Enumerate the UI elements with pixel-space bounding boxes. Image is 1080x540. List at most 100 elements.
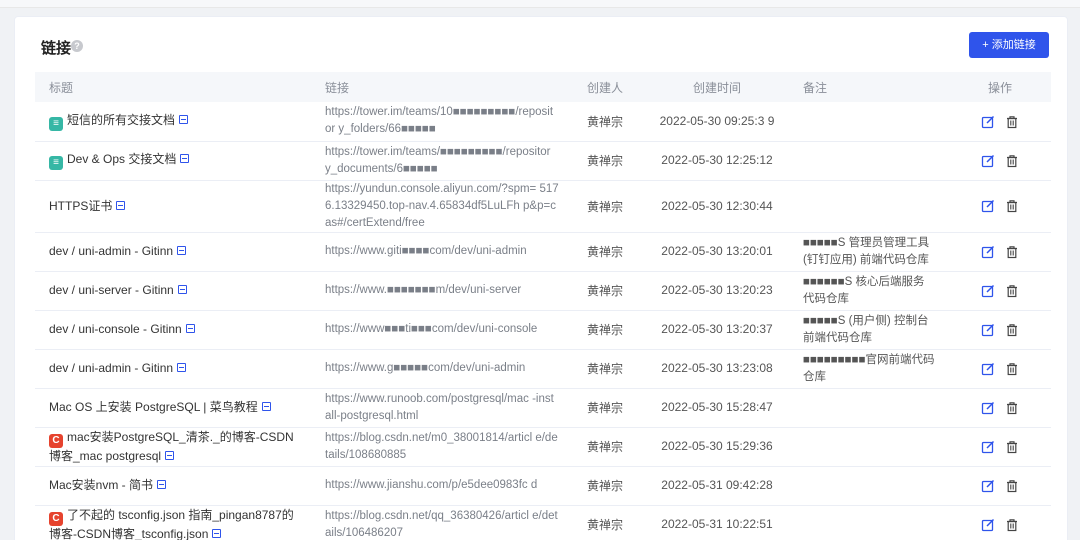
delete-icon[interactable] — [1005, 479, 1019, 493]
cell-creator: 黄禅宗 — [573, 310, 645, 350]
external-link-icon[interactable] — [157, 480, 167, 489]
link-title[interactable]: Mac OS 上安装 PostgreSQL | 菜鸟教程 — [49, 400, 258, 414]
cell-note — [789, 102, 949, 142]
link-title[interactable]: Dev & Ops 交接文档 — [67, 152, 176, 166]
card-header: 链接 ? + 添加链接 — [15, 17, 1067, 73]
cell-creator: 黄禅宗 — [573, 466, 645, 506]
edit-icon[interactable] — [981, 245, 995, 259]
header-link: 链接 — [311, 72, 573, 102]
cell-created-time: 2022-05-30 13:20:01 — [645, 232, 789, 272]
cell-note — [789, 466, 949, 506]
external-link-icon[interactable] — [185, 324, 195, 333]
edit-icon[interactable] — [981, 362, 995, 376]
delete-icon[interactable] — [1005, 115, 1019, 129]
table-row: C 了不起的 tsconfig.json 指南_pingan8787的博客-CSD… — [35, 505, 1051, 540]
edit-icon[interactable] — [981, 115, 995, 129]
delete-icon[interactable] — [1005, 518, 1019, 532]
header-creator: 创建人 — [573, 72, 645, 102]
link-title[interactable]: dev / uni-admin - Gitinn — [49, 361, 173, 375]
table-row: Mac安装nvm - 简书 https://www.jianshu.com/p/e… — [35, 466, 1051, 506]
link-title[interactable]: dev / uni-admin - Gitinn — [49, 244, 173, 258]
link-title[interactable]: Mac安装nvm - 简书 — [49, 478, 153, 492]
cell-title[interactable]: C 了不起的 tsconfig.json 指南_pingan8787的博客-CSD… — [35, 505, 311, 540]
delete-icon[interactable] — [1005, 199, 1019, 213]
table-row: dev / uni-admin - Gitinn https://www.giti… — [35, 232, 1051, 272]
external-link-icon[interactable] — [177, 246, 187, 255]
cell-actions — [949, 349, 1051, 389]
delete-icon[interactable] — [1005, 440, 1019, 454]
cell-created-time: 2022-05-30 15:29:36 — [645, 427, 789, 467]
cell-created-time: 2022-05-30 13:23:08 — [645, 349, 789, 389]
links-card: 链接 ? + 添加链接 标题 链接 创建人 创建时间 备注 操作 ≡ 短信的所有交… — [14, 16, 1068, 540]
delete-icon[interactable] — [1005, 284, 1019, 298]
edit-icon[interactable] — [981, 440, 995, 454]
cell-title[interactable]: ≡ 短信的所有交接文档 — [35, 102, 311, 142]
cell-link: https://www.giti■■■■com/dev/uni-admin — [311, 232, 573, 272]
link-title[interactable]: HTTPS证书 — [49, 199, 112, 213]
cell-actions — [949, 427, 1051, 467]
cell-title[interactable]: Mac OS 上安装 PostgreSQL | 菜鸟教程 — [35, 388, 311, 428]
cell-link: https://www.g■■■■■com/dev/uni-admin — [311, 349, 573, 389]
cell-link: https://tower.im/teams/10■■■■■■■■■/repos… — [311, 102, 573, 142]
external-link-icon[interactable] — [165, 450, 175, 460]
cell-created-time: 2022-05-31 09:42:28 — [645, 466, 789, 506]
external-link-icon[interactable] — [212, 528, 222, 538]
table-row: Cmac安装PostgreSQL_清茶._的博客-CSDN博客_mac post… — [35, 427, 1051, 467]
edit-icon[interactable] — [981, 518, 995, 532]
table-header-row: 标题 链接 创建人 创建时间 备注 操作 — [35, 72, 1051, 102]
link-title[interactable]: dev / uni-console - Gitinn — [49, 322, 182, 336]
cell-link: https://www.■■■■■■■m/dev/uni-server — [311, 271, 573, 311]
cell-created-time: 2022-05-30 12:30:44 — [645, 180, 789, 233]
cell-title[interactable]: dev / uni-server - Gitinn — [35, 271, 311, 311]
cell-title[interactable]: Cmac安装PostgreSQL_清茶._的博客-CSDN博客_mac post… — [35, 427, 311, 467]
table-row: dev / uni-admin - Gitinn https://www.g■■■… — [35, 349, 1051, 389]
link-title[interactable]: 短信的所有交接文档 — [67, 113, 175, 127]
add-link-button[interactable]: + 添加链接 — [969, 32, 1049, 58]
external-link-icon[interactable] — [177, 285, 187, 294]
cell-created-time: 2022-05-30 09:25:3 9 — [645, 102, 789, 142]
edit-icon[interactable] — [981, 401, 995, 415]
table-row: Mac OS 上安装 PostgreSQL | 菜鸟教程 https://www.… — [35, 388, 1051, 428]
external-link-icon[interactable] — [116, 200, 126, 210]
external-link-icon[interactable] — [261, 402, 271, 411]
header-title: 标题 — [35, 72, 311, 102]
cell-creator: 黄禅宗 — [573, 388, 645, 428]
delete-icon[interactable] — [1005, 323, 1019, 337]
cell-note — [789, 141, 949, 181]
cell-title[interactable]: dev / uni-console - Gitinn — [35, 310, 311, 350]
cell-actions — [949, 388, 1051, 428]
delete-icon[interactable] — [1005, 154, 1019, 168]
edit-icon[interactable] — [981, 479, 995, 493]
cell-title[interactable]: Mac安装nvm - 简书 — [35, 466, 311, 506]
question-circle-icon[interactable]: ? — [71, 40, 83, 52]
external-link-icon[interactable] — [180, 154, 190, 163]
external-link-icon[interactable] — [179, 114, 189, 124]
cell-link: https://www■■■ti■■■com/dev/uni-console — [311, 310, 573, 350]
delete-icon[interactable] — [1005, 401, 1019, 415]
external-link-icon[interactable] — [177, 363, 187, 372]
edit-icon[interactable] — [981, 154, 995, 168]
link-title[interactable]: 了不起的 tsconfig.json 指南_pingan8787的博客-CSDN… — [49, 508, 294, 540]
cell-title[interactable]: HTTPS证书 — [35, 180, 311, 233]
edit-icon[interactable] — [981, 284, 995, 298]
cell-creator: 黄禅宗 — [573, 102, 645, 142]
cell-creator: 黄禅宗 — [573, 232, 645, 272]
delete-icon[interactable] — [1005, 362, 1019, 376]
delete-icon[interactable] — [1005, 245, 1019, 259]
cell-title[interactable]: dev / uni-admin - Gitinn — [35, 349, 311, 389]
table-row: dev / uni-server - Gitinn https://www.■■■… — [35, 271, 1051, 311]
cell-actions — [949, 102, 1051, 142]
edit-icon[interactable] — [981, 199, 995, 213]
cell-created-time: 2022-05-30 13:20:37 — [645, 310, 789, 350]
link-title[interactable]: dev / uni-server - Gitinn — [49, 283, 174, 297]
header-actions: 操作 — [949, 72, 1051, 102]
cell-title[interactable]: ≡ Dev & Ops 交接文档 — [35, 141, 311, 181]
table-row: HTTPS证书 https://yundun.console.aliyun.com… — [35, 180, 1051, 233]
cell-note — [789, 388, 949, 428]
card-title: 链接 — [41, 40, 72, 57]
table-row: ≡ Dev & Ops 交接文档 https://tower.im/teams/■■… — [35, 141, 1051, 181]
cell-note — [789, 180, 949, 233]
edit-icon[interactable] — [981, 323, 995, 337]
cell-title[interactable]: dev / uni-admin - Gitinn — [35, 232, 311, 272]
cell-note: ■■■■■S 管理员管理工具 (钉钉应用) 前端代码仓库 — [789, 232, 949, 272]
